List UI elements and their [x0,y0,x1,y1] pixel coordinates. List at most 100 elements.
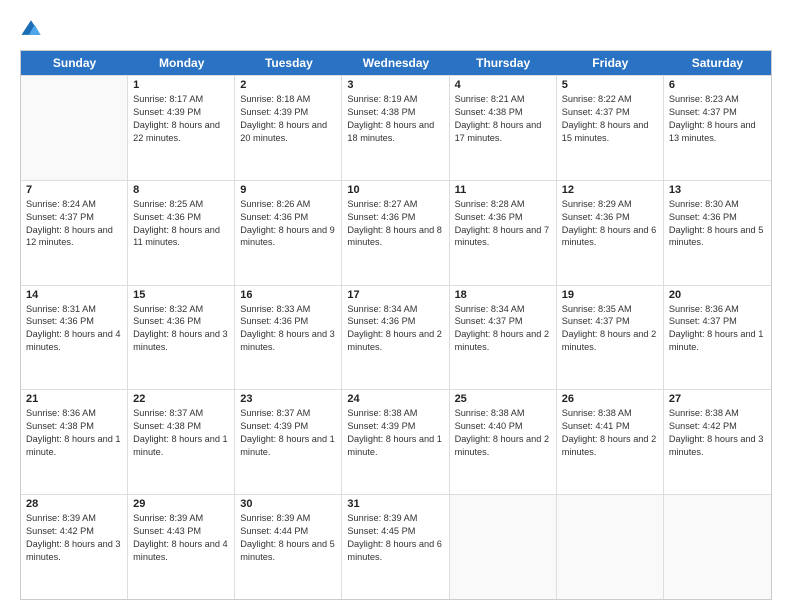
sunset-text: Sunset: 4:39 PM [240,420,336,433]
day-cell-14: 14Sunrise: 8:31 AMSunset: 4:36 PMDayligh… [21,286,128,390]
daylight-text: Daylight: 8 hours and 15 minutes. [562,119,658,145]
sunset-text: Sunset: 4:40 PM [455,420,551,433]
daylight-text: Daylight: 8 hours and 1 minute. [240,433,336,459]
daylight-text: Daylight: 8 hours and 2 minutes. [455,433,551,459]
day-number: 8 [133,184,229,196]
daylight-text: Daylight: 8 hours and 12 minutes. [26,224,122,250]
day-cell-11: 11Sunrise: 8:28 AMSunset: 4:36 PMDayligh… [450,181,557,285]
sunset-text: Sunset: 4:38 PM [133,420,229,433]
sunset-text: Sunset: 4:41 PM [562,420,658,433]
day-cell-26: 26Sunrise: 8:38 AMSunset: 4:41 PMDayligh… [557,390,664,494]
logo [20,18,46,40]
sunrise-text: Sunrise: 8:21 AM [455,93,551,106]
daylight-text: Daylight: 8 hours and 3 minutes. [26,538,122,564]
header-day-monday: Monday [128,51,235,75]
day-cell-20: 20Sunrise: 8:36 AMSunset: 4:37 PMDayligh… [664,286,771,390]
day-number: 5 [562,79,658,91]
sunrise-text: Sunrise: 8:30 AM [669,198,766,211]
sunset-text: Sunset: 4:38 PM [26,420,122,433]
calendar: SundayMondayTuesdayWednesdayThursdayFrid… [20,50,772,600]
header [20,18,772,40]
daylight-text: Daylight: 8 hours and 18 minutes. [347,119,443,145]
sunrise-text: Sunrise: 8:34 AM [455,303,551,316]
daylight-text: Daylight: 8 hours and 6 minutes. [562,224,658,250]
sunrise-text: Sunrise: 8:39 AM [133,512,229,525]
daylight-text: Daylight: 8 hours and 1 minute. [347,433,443,459]
calendar-body: 1Sunrise: 8:17 AMSunset: 4:39 PMDaylight… [21,75,771,599]
daylight-text: Daylight: 8 hours and 7 minutes. [455,224,551,250]
header-day-friday: Friday [557,51,664,75]
sunset-text: Sunset: 4:38 PM [455,106,551,119]
day-cell-23: 23Sunrise: 8:37 AMSunset: 4:39 PMDayligh… [235,390,342,494]
day-cell-30: 30Sunrise: 8:39 AMSunset: 4:44 PMDayligh… [235,495,342,599]
day-number: 17 [347,289,443,301]
day-number: 21 [26,393,122,405]
sunrise-text: Sunrise: 8:31 AM [26,303,122,316]
day-number: 26 [562,393,658,405]
calendar-header: SundayMondayTuesdayWednesdayThursdayFrid… [21,51,771,75]
sunset-text: Sunset: 4:37 PM [455,315,551,328]
day-number: 28 [26,498,122,510]
sunrise-text: Sunrise: 8:39 AM [347,512,443,525]
sunrise-text: Sunrise: 8:27 AM [347,198,443,211]
day-cell-21: 21Sunrise: 8:36 AMSunset: 4:38 PMDayligh… [21,390,128,494]
daylight-text: Daylight: 8 hours and 22 minutes. [133,119,229,145]
daylight-text: Daylight: 8 hours and 17 minutes. [455,119,551,145]
sunrise-text: Sunrise: 8:17 AM [133,93,229,106]
sunrise-text: Sunrise: 8:25 AM [133,198,229,211]
day-cell-16: 16Sunrise: 8:33 AMSunset: 4:36 PMDayligh… [235,286,342,390]
daylight-text: Daylight: 8 hours and 5 minutes. [669,224,766,250]
day-cell-29: 29Sunrise: 8:39 AMSunset: 4:43 PMDayligh… [128,495,235,599]
sunrise-text: Sunrise: 8:22 AM [562,93,658,106]
day-number: 14 [26,289,122,301]
sunset-text: Sunset: 4:42 PM [669,420,766,433]
daylight-text: Daylight: 8 hours and 4 minutes. [133,538,229,564]
week-row-5: 28Sunrise: 8:39 AMSunset: 4:42 PMDayligh… [21,494,771,599]
sunset-text: Sunset: 4:36 PM [240,211,336,224]
logo-icon [20,18,42,40]
daylight-text: Daylight: 8 hours and 2 minutes. [562,433,658,459]
week-row-4: 21Sunrise: 8:36 AMSunset: 4:38 PMDayligh… [21,389,771,494]
day-cell-24: 24Sunrise: 8:38 AMSunset: 4:39 PMDayligh… [342,390,449,494]
daylight-text: Daylight: 8 hours and 2 minutes. [455,328,551,354]
sunrise-text: Sunrise: 8:36 AM [669,303,766,316]
day-cell-28: 28Sunrise: 8:39 AMSunset: 4:42 PMDayligh… [21,495,128,599]
day-number: 24 [347,393,443,405]
day-number: 12 [562,184,658,196]
day-number: 20 [669,289,766,301]
daylight-text: Daylight: 8 hours and 13 minutes. [669,119,766,145]
daylight-text: Daylight: 8 hours and 20 minutes. [240,119,336,145]
daylight-text: Daylight: 8 hours and 11 minutes. [133,224,229,250]
sunset-text: Sunset: 4:45 PM [347,525,443,538]
day-cell-6: 6Sunrise: 8:23 AMSunset: 4:37 PMDaylight… [664,76,771,180]
sunrise-text: Sunrise: 8:38 AM [347,407,443,420]
sunrise-text: Sunrise: 8:38 AM [455,407,551,420]
day-number: 18 [455,289,551,301]
sunset-text: Sunset: 4:37 PM [562,106,658,119]
sunset-text: Sunset: 4:36 PM [669,211,766,224]
sunrise-text: Sunrise: 8:23 AM [669,93,766,106]
sunrise-text: Sunrise: 8:38 AM [669,407,766,420]
sunrise-text: Sunrise: 8:29 AM [562,198,658,211]
sunrise-text: Sunrise: 8:39 AM [240,512,336,525]
day-number: 22 [133,393,229,405]
day-cell-2: 2Sunrise: 8:18 AMSunset: 4:39 PMDaylight… [235,76,342,180]
sunrise-text: Sunrise: 8:28 AM [455,198,551,211]
day-cell-1: 1Sunrise: 8:17 AMSunset: 4:39 PMDaylight… [128,76,235,180]
empty-cell [557,495,664,599]
day-cell-8: 8Sunrise: 8:25 AMSunset: 4:36 PMDaylight… [128,181,235,285]
day-number: 25 [455,393,551,405]
daylight-text: Daylight: 8 hours and 9 minutes. [240,224,336,250]
sunrise-text: Sunrise: 8:32 AM [133,303,229,316]
day-number: 31 [347,498,443,510]
empty-cell [21,76,128,180]
day-cell-15: 15Sunrise: 8:32 AMSunset: 4:36 PMDayligh… [128,286,235,390]
daylight-text: Daylight: 8 hours and 2 minutes. [562,328,658,354]
day-cell-18: 18 Sunrise: 8:34 AMSunset: 4:37 PMDayligh… [450,286,557,390]
sunrise-text: Sunrise: 8:19 AM [347,93,443,106]
sunrise-text: Sunrise: 8:26 AM [240,198,336,211]
daylight-text: Daylight: 8 hours and 3 minutes. [133,328,229,354]
daylight-text: Daylight: 8 hours and 3 minutes. [240,328,336,354]
day-number: 19 [562,289,658,301]
sunrise-text: Sunrise: 8:39 AM [26,512,122,525]
